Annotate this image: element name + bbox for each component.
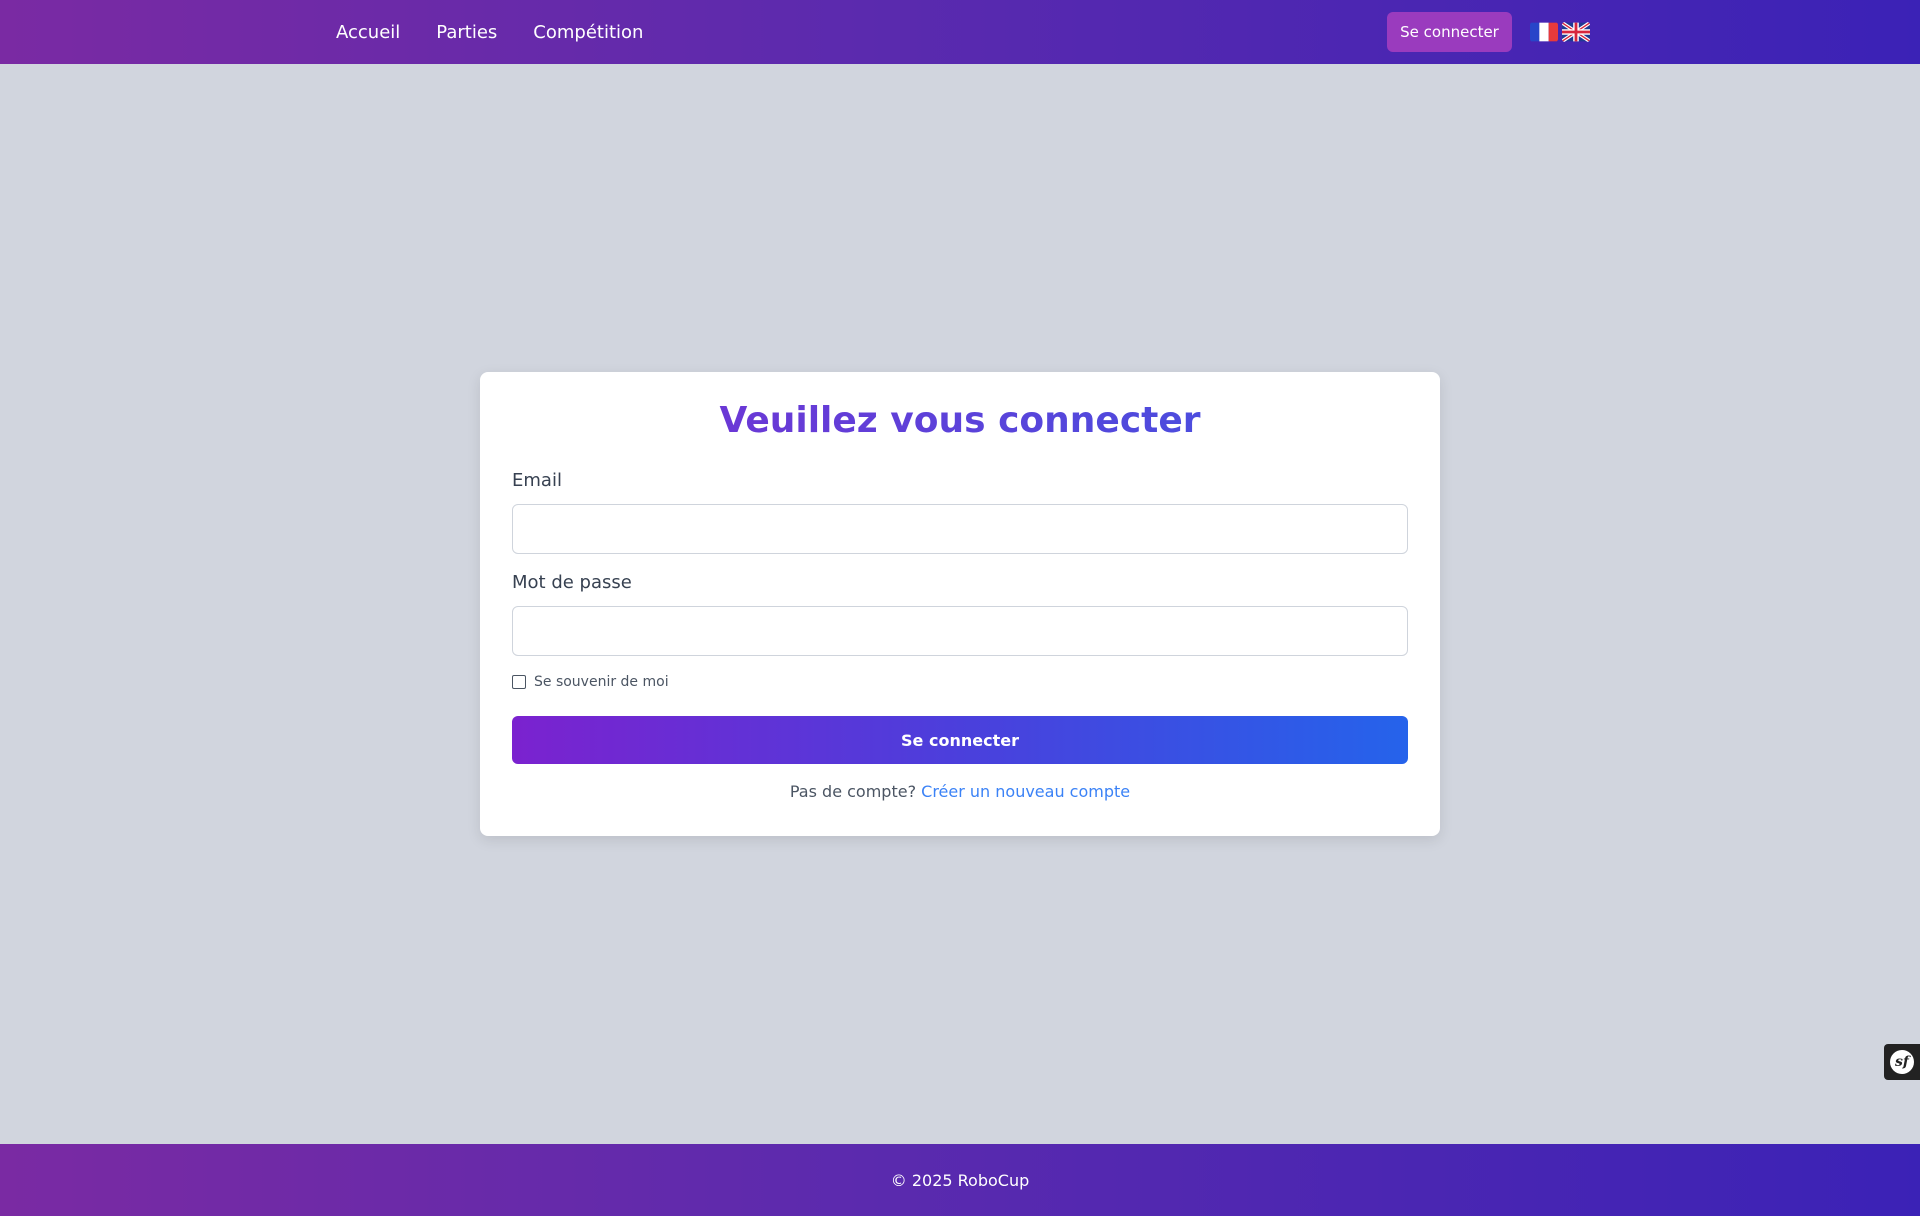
create-account-link[interactable]: Créer un nouveau compte	[921, 782, 1130, 801]
signup-prompt-text: Pas de compte?	[789, 782, 922, 801]
footer-copyright: © 2025 RoboCup	[890, 1170, 1030, 1190]
nav-link-parties[interactable]: Parties	[436, 22, 497, 43]
email-label: Email	[512, 470, 562, 491]
email-field[interactable]	[512, 504, 1408, 554]
symfony-icon: sf	[1890, 1050, 1914, 1074]
login-card: Veuillez vous connecter Email Mot de pas…	[480, 372, 1440, 836]
fr-flag-icon[interactable]	[1530, 22, 1558, 42]
signup-prompt: Pas de compte? Créer un nouveau compte	[480, 782, 1440, 801]
nav-link-accueil[interactable]: Accueil	[336, 22, 400, 43]
uk-flag-icon[interactable]	[1562, 22, 1590, 42]
submit-login-button[interactable]: Se connecter	[512, 716, 1408, 764]
footer: © 2025 RoboCup	[0, 1144, 1920, 1216]
page-title: Veuillez vous connecter	[480, 400, 1440, 441]
header-login-button[interactable]: Se connecter	[1387, 12, 1512, 52]
password-field[interactable]	[512, 606, 1408, 656]
language-switcher	[1530, 22, 1590, 42]
debug-toolbar-toggle[interactable]: sf	[1884, 1044, 1920, 1080]
remember-me-checkbox[interactable]	[512, 675, 526, 689]
top-navbar: Accueil Parties Compétition Se connecter	[0, 0, 1920, 64]
remember-me-row: Se souvenir de moi	[512, 674, 669, 690]
password-label: Mot de passe	[512, 572, 632, 593]
main-nav: Accueil Parties Compétition	[336, 0, 643, 64]
remember-me-label: Se souvenir de moi	[534, 674, 669, 690]
nav-link-competition[interactable]: Compétition	[533, 22, 643, 43]
